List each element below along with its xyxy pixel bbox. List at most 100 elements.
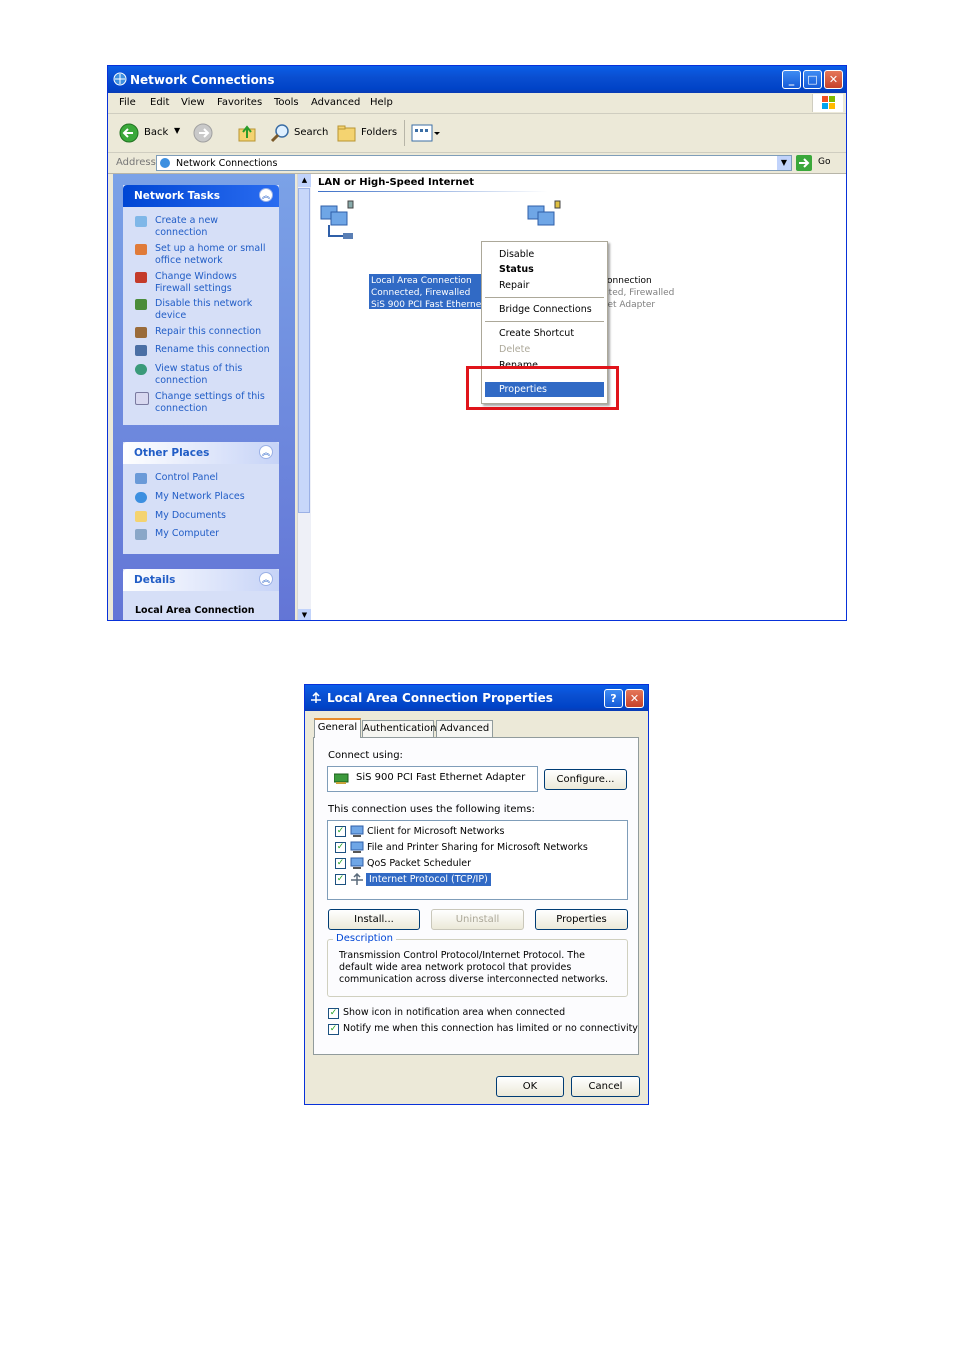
settings-page-icon [135,392,149,405]
menu-edit[interactable]: Edit [150,97,169,108]
dialog-title: Local Area Connection Properties [327,691,553,705]
menu-item-disable[interactable]: Disable [499,249,534,260]
help-button[interactable]: ? [604,689,623,708]
menu-advanced[interactable]: Advanced [311,97,360,108]
tab-authentication[interactable]: Authentication [362,720,436,737]
list-item[interactable]: ✓ Client for Microsoft Networks [335,825,625,839]
go-button[interactable]: Go [796,155,836,171]
notify-label[interactable]: Notify me when this connection has limit… [343,1023,638,1034]
address-label: Address [116,157,156,168]
group-divider [318,191,548,192]
scroll-thumb[interactable] [298,188,310,513]
1394-connection-icon[interactable] [526,200,562,242]
toolbar-divider [404,120,405,146]
folders-button[interactable]: Folders [337,123,399,143]
menu-file[interactable]: File [119,97,136,108]
menu-help[interactable]: Help [370,97,393,108]
notify-checkbox[interactable]: ✓ [328,1024,339,1035]
address-bar: Address Network Connections ▼ Go [108,153,846,174]
adapter-field: SiS 900 PCI Fast Ethernet Adapter [327,766,538,792]
go-label: Go [818,157,831,167]
menu-item-create-shortcut[interactable]: Create Shortcut [499,328,574,339]
dialog-title-bar[interactable]: Local Area Connection Properties ? ✕ [305,685,648,711]
network-adapter-icon [334,773,349,784]
forward-arrow-icon[interactable] [193,123,213,143]
scroll-down-icon[interactable]: ▼ [298,609,311,620]
search-button[interactable]: Search [270,123,330,143]
back-label: Back [144,127,169,138]
dialog-close-button[interactable]: ✕ [625,689,644,708]
network-tasks-title: Network Tasks [134,190,221,202]
menu-item-bridge[interactable]: Bridge Connections [499,304,592,315]
uninstall-button: Uninstall [431,909,524,930]
item-checkbox[interactable]: ✓ [335,874,346,885]
menu-favorites[interactable]: Favorites [217,97,262,108]
network-icon [160,158,170,168]
lan-properties-dialog: Local Area Connection Properties ? ✕ Gen… [304,684,649,1105]
views-button[interactable] [411,124,441,142]
qos-scheduler-icon [350,857,364,869]
lan-connection-icon [311,692,321,703]
ok-button[interactable]: OK [496,1076,564,1097]
file-printer-sharing-icon [350,841,364,853]
network-tasks-header[interactable]: Network Tasks ︽ [123,185,279,207]
menu-bar: File Edit View Favorites Tools Advanced … [108,93,846,114]
go-arrow-icon [796,155,812,171]
menu-separator [485,321,604,322]
item-checkbox[interactable]: ✓ [335,826,346,837]
description-label: Description [333,933,396,944]
rename-icon [135,345,147,356]
repair-wrench-icon [135,327,147,338]
status-globe-icon [135,364,147,375]
maximize-button[interactable]: □ [803,70,822,89]
menu-item-repair[interactable]: Repair [499,280,529,291]
show-icon-checkbox[interactable]: ✓ [328,1008,339,1019]
list-item[interactable]: ✓ QoS Packet Scheduler [335,857,625,871]
folders-icon [337,125,356,142]
menu-view[interactable]: View [181,97,205,108]
windows-logo [812,94,843,112]
minimize-button[interactable]: _ [782,70,801,89]
search-label: Search [294,127,329,138]
network-places-icon [135,492,147,503]
lan-connection-icon[interactable] [319,200,355,242]
views-icon [411,124,440,142]
cancel-button[interactable]: Cancel [571,1076,640,1097]
firewall-icon [135,272,147,283]
tab-general[interactable]: General [314,718,361,738]
control-panel-icon [135,473,147,484]
menu-item-delete: Delete [499,344,531,355]
collapse-chevron-icon[interactable]: ︽ [259,445,273,459]
properties-callout-box [466,366,619,410]
configure-button[interactable]: Configure... [544,769,627,790]
details-header[interactable]: Details ︽ [123,569,279,591]
list-item-selected[interactable]: ✓ Internet Protocol (TCP/IP) [335,873,625,887]
address-field[interactable]: Network Connections ▼ [156,155,792,171]
show-icon-label[interactable]: Show icon in notification area when conn… [343,1007,565,1018]
description-text: Transmission Control Protocol/Internet P… [339,950,609,985]
menu-tools[interactable]: Tools [274,97,299,108]
folders-label: Folders [361,127,398,138]
properties-button[interactable]: Properties [535,909,628,930]
menu-item-status[interactable]: Status [499,264,534,275]
collapse-chevron-icon[interactable]: ︽ [259,188,273,202]
item-checkbox[interactable]: ✓ [335,858,346,869]
back-button[interactable]: Back ▼ [119,123,189,143]
collapse-chevron-icon[interactable]: ︽ [259,572,273,586]
item-checkbox[interactable]: ✓ [335,842,346,853]
vertical-scrollbar[interactable]: ▲ ▼ [297,174,311,620]
close-button[interactable]: ✕ [824,70,843,89]
back-dropdown-icon[interactable]: ▼ [174,126,180,135]
disable-device-icon [135,299,147,310]
up-folder-icon[interactable] [238,123,256,143]
address-dropdown-icon[interactable]: ▼ [777,156,791,170]
toolbar: Back ▼ Search Folders [108,114,846,153]
scroll-up-icon[interactable]: ▲ [298,174,311,187]
tab-advanced[interactable]: Advanced [436,720,493,737]
other-places-header[interactable]: Other Places ︽ [123,442,279,464]
list-item[interactable]: ✓ File and Printer Sharing for Microsoft… [335,841,625,855]
connect-using-label: Connect using: [328,750,403,761]
other-places-panel: Other Places ︽ Control Panel My Network … [123,442,279,554]
title-bar[interactable]: Network Connections _ □ ✕ [108,66,846,93]
install-button[interactable]: Install... [328,909,420,930]
